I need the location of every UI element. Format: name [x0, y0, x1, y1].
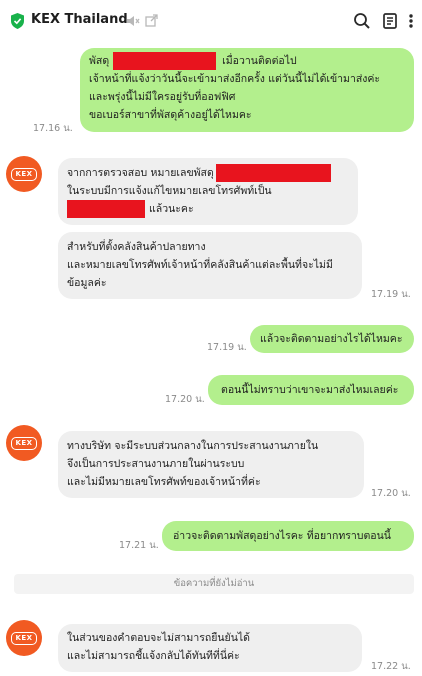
message-text: ข้อมูลค่ะ	[67, 277, 107, 289]
message-timestamp: 17.16 น.	[33, 123, 73, 134]
chat-title: KEX Thailand	[31, 12, 128, 27]
received-message-bubble[interactable]: สำหรับที่ตั้งคลังสินค้าปลายทาง และหมายเล…	[58, 232, 362, 299]
message-timestamp: 17.20 น.	[165, 394, 205, 405]
message-text: ในระบบมีการแจ้งแก้ไขหมายเลขโทรศัพท์เป็น	[67, 185, 272, 197]
message-text: และหมายเลขโทรศัพท์เจ้าหน้าที่คลังสินค้าแ…	[67, 259, 333, 271]
message-text: และไม่มีหมายเลขโทรศัพท์ของเจ้าหน้าที่ค่ะ	[67, 476, 261, 488]
message-timestamp: 17.19 น.	[207, 342, 247, 353]
message-timestamp: 17.20 น.	[371, 488, 411, 499]
message-text: ขอเบอร์สาขาที่พัสดุค้างอยู่ได้ไหมคะ	[89, 109, 252, 121]
notes-icon[interactable]	[380, 11, 400, 31]
sent-message-bubble[interactable]: ตอนนี้ไม่ทราบว่าเขาจะมาส่งไหมเลยค่ะ	[208, 375, 414, 405]
menu-icon[interactable]	[404, 11, 418, 31]
sent-message-bubble[interactable]: อ่าวจะติดตามพัสดุอย่างไรคะ ที่อยากทราบตอ…	[162, 521, 414, 551]
kex-avatar[interactable]: KEX	[6, 620, 42, 656]
message-text: จากการตรวจสอบ หมายเลขพัสดุ	[67, 167, 214, 179]
message-text: เมื่อวานติดต่อไป	[222, 55, 297, 67]
message-text: ทางบริษัท จะมีระบบส่วนกลางในการประสานงาน…	[67, 440, 319, 452]
message-text: แล้วนะคะ	[149, 203, 194, 215]
message-text: และพรุ่งนี้ไม่มีใครอยู่รับที่ออฟฟิศ	[89, 91, 236, 103]
chat-header: KEX Thailand	[0, 0, 422, 42]
message-text: จึงเป็นการประสานงานภายในผ่านระบบ	[67, 458, 245, 470]
message-timestamp: 17.22 น.	[371, 661, 411, 672]
message-text: ตอนนี้ไม่ทราบว่าเขาจะมาส่งไหมเลยค่ะ	[221, 384, 399, 396]
kex-avatar[interactable]: KEX	[6, 425, 42, 461]
mute-icon	[127, 16, 140, 26]
unread-messages-divider: ข้อความที่ยังไม่อ่าน	[14, 574, 414, 594]
message-timestamp: 17.21 น.	[119, 540, 159, 551]
redacted-parcel-number	[215, 164, 331, 182]
received-message-bubble[interactable]: จากการตรวจสอบ หมายเลขพัสดุ ในระบบมีการแจ…	[58, 158, 358, 225]
received-message-bubble[interactable]: ในส่วนของคำตอบจะไม่สามารถยืนยันได้ และไม…	[58, 624, 362, 672]
message-text: พัสดุ	[89, 55, 110, 67]
message-text: แล้วจะติดตามอย่างไรได้ไหมคะ	[260, 333, 403, 345]
message-timestamp: 17.19 น.	[371, 289, 411, 300]
redacted-parcel-number	[113, 52, 217, 70]
message-text: อ่าวจะติดตามพัสดุอย่างไรคะ ที่อยากทราบตอ…	[173, 530, 391, 542]
shield-verified-icon	[11, 13, 24, 29]
search-icon[interactable]	[352, 11, 372, 31]
external-link-icon[interactable]	[145, 14, 158, 27]
received-message-bubble[interactable]: ทางบริษัท จะมีระบบส่วนกลางในการประสานงาน…	[58, 431, 364, 498]
message-text: เจ้าหน้าที่แจ้งว่าวันนี้จะเข้ามาส่งอีกคร…	[89, 73, 381, 85]
message-text: ในส่วนของคำตอบจะไม่สามารถยืนยันได้	[67, 632, 250, 644]
message-text: สำหรับที่ตั้งคลังสินค้าปลายทาง	[67, 241, 206, 253]
sent-message-bubble[interactable]: แล้วจะติดตามอย่างไรได้ไหมคะ	[250, 325, 414, 353]
kex-avatar[interactable]: KEX	[6, 156, 42, 192]
redacted-phone-number	[67, 200, 145, 218]
message-text: และไม่สามารถชี้แจ้งกลับได้ทันทีที่นี่ค่ะ	[67, 650, 240, 662]
sent-message-bubble[interactable]: พัสดุ เมื่อวานติดต่อไป เจ้าหน้าที่แจ้งว่า…	[80, 48, 414, 132]
